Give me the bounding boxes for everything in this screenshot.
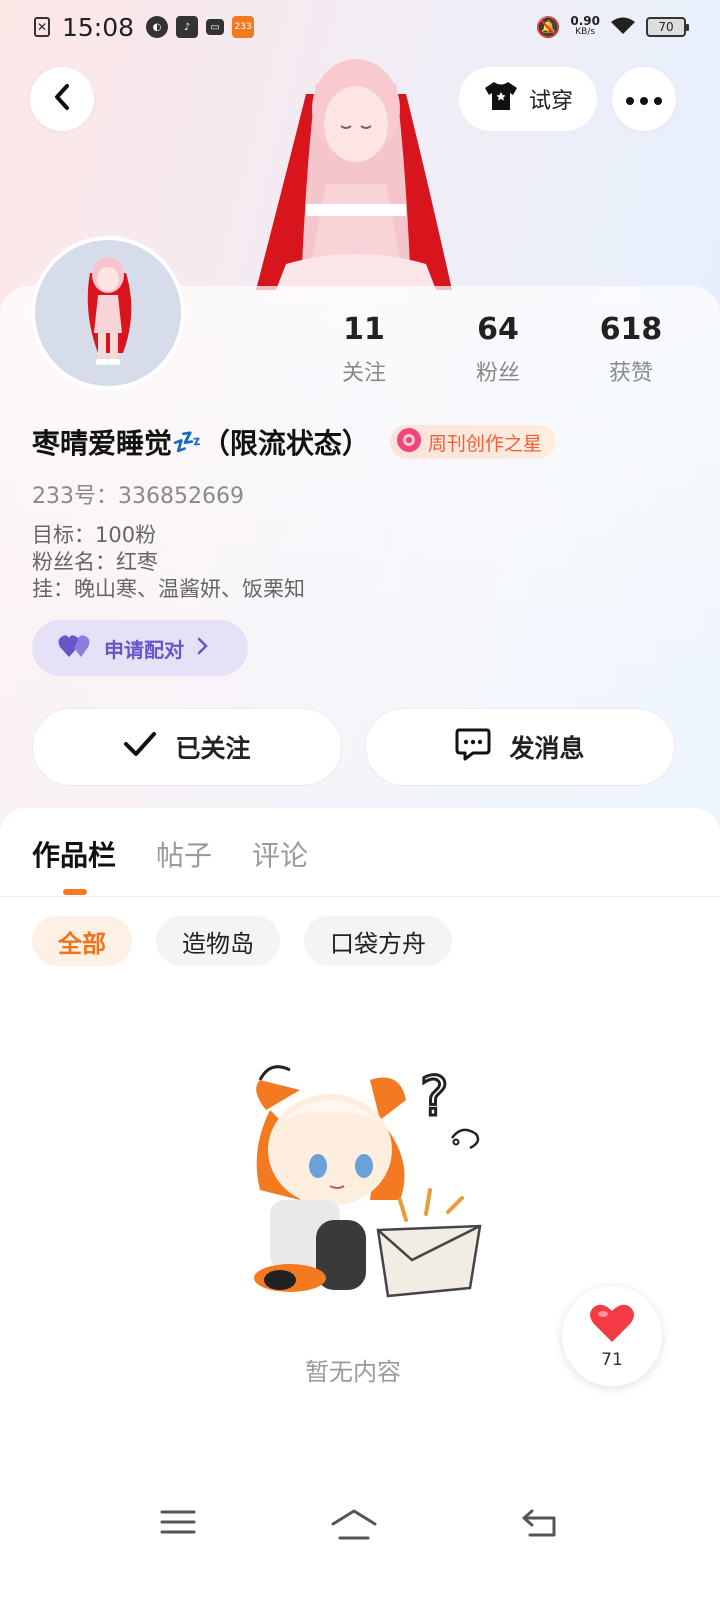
profile-name: 枣晴爱睡觉 — [32, 427, 173, 460]
badge-label: 周刊创作之星 — [427, 432, 542, 455]
system-nav-bar — [0, 1490, 720, 1570]
app-leaf-icon: ◐ — [146, 16, 169, 38]
filter-pocket-ark[interactable]: 口袋方舟 — [304, 916, 452, 966]
double-heart-icon — [58, 633, 92, 664]
battery-icon: 70 — [646, 17, 689, 37]
filter-creation-island[interactable]: 造物岛 — [156, 916, 280, 966]
more-options-button[interactable] — [612, 67, 676, 131]
status-bar: ✕ 15:08 ◐ ♪ ▭ 233 🔕 0.90 KB/s 70 — [0, 0, 720, 54]
stat-value: 618 — [599, 312, 663, 347]
user-id: 233号：336852669 — [32, 484, 244, 509]
tshirt-icon — [483, 80, 519, 118]
bio-line: 目标：100粉 — [32, 523, 157, 547]
chevron-right-icon — [196, 636, 208, 660]
stat-following[interactable]: 11 关注 — [309, 312, 419, 387]
status-time: 15:08 — [62, 12, 135, 42]
like-count: 71 — [601, 1350, 623, 1370]
creator-star-badge[interactable]: 周刊创作之星 — [389, 425, 556, 459]
chat-bubble-icon — [455, 727, 491, 767]
flower-badge-icon — [396, 427, 422, 458]
apply-pair-label: 申请配对 — [104, 637, 184, 662]
stat-label: 获赞 — [608, 361, 653, 386]
try-on-label: 试穿 — [528, 89, 573, 114]
avatar[interactable] — [31, 236, 185, 390]
bio-line: 挂：晚山寒、温酱妍、饭栗知 — [32, 577, 305, 601]
more-dots-icon — [626, 90, 662, 109]
tab-comments[interactable]: 评论 — [252, 834, 308, 874]
svg-text:?: ? — [420, 1065, 449, 1128]
followed-label: 已关注 — [175, 734, 251, 763]
bio: 目标：100粉 粉丝名：红枣 挂：晚山寒、温酱妍、饭栗知 — [32, 522, 305, 603]
like-floating-button[interactable]: 71 — [562, 1286, 662, 1386]
name-row: 枣晴爱睡觉 💤 （限流状态） 周刊创作之星 — [32, 420, 556, 464]
home-nav-icon[interactable] — [330, 1508, 378, 1544]
cover-character-image — [246, 54, 462, 290]
stat-label: 粉丝 — [475, 361, 520, 386]
stat-likes[interactable]: 618 获赞 — [576, 312, 686, 387]
content-tabs: 作品栏 帖子 评论 — [32, 834, 308, 874]
profile-name-suffix: （限流状态） — [201, 427, 370, 460]
net-speed: 0.90 KB/s — [570, 14, 600, 37]
send-message-label: 发消息 — [509, 734, 585, 763]
app-233-icon: 233 — [232, 16, 255, 38]
bio-line: 粉丝名：红枣 — [32, 550, 158, 574]
apply-pair-button[interactable]: 申请配对 — [32, 620, 248, 676]
sleep-emoji: 💤 — [172, 428, 202, 456]
back-nav-icon[interactable] — [520, 1508, 558, 1542]
followed-button[interactable]: 已关注 — [32, 708, 342, 786]
wifi-icon — [610, 16, 636, 39]
tiktok-icon: ♪ — [176, 16, 199, 38]
tab-posts[interactable]: 帖子 — [156, 834, 212, 874]
tab-indicator — [63, 889, 87, 895]
try-on-button[interactable]: 试穿 — [459, 67, 597, 131]
check-icon — [123, 731, 157, 763]
heart-icon — [589, 1302, 635, 1348]
stat-value: 64 — [477, 312, 519, 347]
stat-fans[interactable]: 64 粉丝 — [443, 312, 553, 387]
send-message-button[interactable]: 发消息 — [365, 708, 675, 786]
stat-label: 关注 — [341, 361, 386, 386]
empty-state-illustration: ? — [230, 1050, 500, 1310]
mute-bell-icon: 🔕 — [535, 15, 561, 39]
divider — [0, 896, 720, 897]
sim-missing-icon: ✕ — [34, 17, 50, 37]
book-icon: ▭ — [206, 19, 225, 35]
tab-works[interactable]: 作品栏 — [32, 834, 116, 874]
back-button[interactable] — [30, 67, 94, 131]
filter-all[interactable]: 全部 — [32, 916, 132, 966]
chevron-left-icon — [51, 83, 73, 115]
filter-chips: 全部 造物岛 口袋方舟 — [32, 916, 452, 966]
menu-nav-icon[interactable] — [160, 1508, 196, 1540]
stat-value: 11 — [343, 312, 385, 347]
